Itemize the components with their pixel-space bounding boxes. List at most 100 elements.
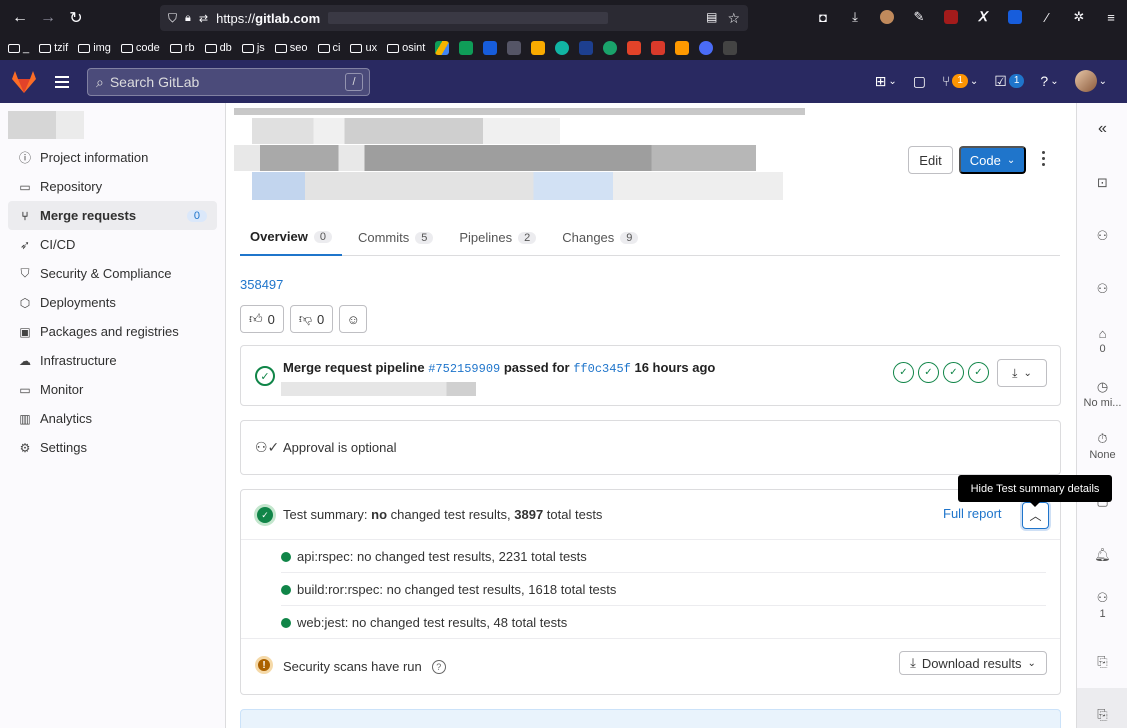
menu-icon[interactable]: ≡ — [1100, 6, 1122, 28]
mr-reference-link[interactable]: 358497 — [240, 277, 283, 292]
todo-add-icon[interactable]: ⊡ — [1077, 175, 1127, 191]
code-dropdown-button[interactable]: Code ⌄ — [959, 146, 1026, 174]
collapse-sidebar-icon[interactable]: « — [1077, 120, 1127, 137]
time-tracking-icon[interactable]: ⏱︎ None — [1077, 431, 1127, 461]
gitlab-bm-icon[interactable] — [627, 41, 642, 55]
pocket-icon[interactable]: ◘ — [812, 6, 834, 28]
commit-sha-link[interactable]: ff0c345f — [573, 362, 631, 376]
sidebar-item-deployments[interactable]: ⬡ Deployments — [0, 288, 225, 317]
z-icon[interactable] — [651, 41, 666, 55]
assignee-icon[interactable]: ⚇ — [1077, 228, 1127, 244]
notifications-bell-icon[interactable]: 🔔︎ — [1077, 547, 1127, 563]
stage-passed-icon[interactable]: ✓ — [918, 362, 939, 383]
stage-passed-icon[interactable]: ✓ — [943, 362, 964, 383]
forward-icon[interactable]: → — [34, 4, 62, 32]
bookmark-folder[interactable]: osint — [387, 42, 425, 54]
thumbs-down-button[interactable]: 👎︎ 0 — [289, 305, 334, 333]
edit-button[interactable]: Edit — [908, 146, 953, 174]
sidebar-item-repository[interactable]: ▭ Repository — [0, 172, 225, 201]
help-icon[interactable]: ? — [431, 659, 446, 674]
full-report-link[interactable]: Full report — [943, 506, 1002, 521]
bookmark-folder[interactable]: seo — [274, 42, 308, 54]
artifacts-download-button[interactable]: ⤓ ⌄ — [997, 359, 1047, 387]
download-icon[interactable]: ⤓ — [844, 6, 866, 28]
bookmark-folder[interactable]: ux — [350, 42, 377, 54]
car-icon[interactable] — [507, 41, 522, 55]
tab-commits[interactable]: Commits 5 — [348, 219, 443, 256]
monitor-icon: ▭ — [19, 382, 31, 397]
reviewer-icon[interactable]: ⚇ — [1077, 281, 1127, 297]
pen-ext-icon[interactable]: ⁄ — [1036, 6, 1058, 28]
copy-reference-icon[interactable]: ⎘ — [1077, 654, 1127, 670]
merge-requests-nav-icon[interactable]: ⑂ 1 ⌄ — [942, 73, 978, 89]
sidebar-item-packages[interactable]: ▣ Packages and registries — [0, 317, 225, 346]
create-new-icon[interactable]: ⊞ ⌄ — [875, 73, 897, 90]
stage-passed-icon[interactable]: ✓ — [893, 362, 914, 383]
search-input[interactable]: ⌕ Search GitLab / — [87, 68, 370, 96]
reload-icon[interactable]: ↻ — [62, 4, 90, 32]
add-reaction-button[interactable]: ☺ — [339, 305, 368, 333]
tab-changes[interactable]: Changes 9 — [552, 219, 648, 256]
amazon-icon[interactable] — [675, 41, 690, 55]
gitlab-navbar: ⌕ Search GitLab / ⊞ ⌄ ▢ ⑂ 1 ⌄ ☑ 1 ? ⌄ ⌄ — [0, 60, 1127, 103]
bookmark-folder[interactable]: img — [78, 42, 111, 54]
bookmark-folder[interactable]: _ — [8, 42, 29, 54]
sidebar-item-merge-requests[interactable]: ⑂ Merge requests 0 — [8, 201, 217, 230]
user-menu[interactable]: ⌄ — [1074, 70, 1107, 92]
ublock-icon[interactable] — [940, 6, 962, 28]
deploy-icon: ⬡ — [19, 295, 31, 310]
sidebar-item-security-compliance[interactable]: ⛉ Security & Compliance — [0, 259, 225, 288]
bookmark-folder[interactable]: db — [204, 42, 232, 54]
todos-icon[interactable]: ☑ 1 — [994, 73, 1025, 90]
bookmark-folder[interactable]: rb — [169, 42, 195, 54]
stage-passed-icon[interactable]: ✓ — [968, 362, 989, 383]
bookmark-folder[interactable]: code — [120, 42, 160, 54]
issues-icon[interactable]: ▢ — [913, 73, 926, 90]
tab-overview[interactable]: Overview 0 — [240, 219, 342, 256]
back-icon[interactable]: ← — [6, 4, 34, 32]
reader-icon[interactable]: ▤ — [706, 10, 717, 27]
analytics-bm-icon[interactable] — [531, 41, 546, 55]
sidebar-item-cicd[interactable]: ➶ CI/CD — [0, 230, 225, 259]
bitwarden-icon[interactable] — [1004, 6, 1026, 28]
copy-email-icon[interactable]: ⎘ — [1077, 707, 1127, 723]
avatar-ext-icon[interactable] — [876, 6, 898, 28]
pipeline-passed-icon[interactable]: ✓ — [255, 366, 275, 386]
bookmark-folder[interactable]: js — [241, 42, 265, 54]
participants-icon[interactable]: ⚇ 1 — [1077, 590, 1127, 620]
labels-icon[interactable]: ⌂ 0 — [1077, 325, 1127, 356]
main-menu-icon[interactable] — [48, 75, 76, 88]
address-bar[interactable]: ⛉ 🔒︎ ⇄ https://gitlab.com ▤ ☆ — [160, 5, 748, 31]
w-icon[interactable] — [579, 41, 594, 55]
tab-pipelines[interactable]: Pipelines 2 — [449, 219, 546, 256]
test-suite-row: api:rspec: no changed test results, 2231… — [281, 549, 587, 564]
swirl-icon[interactable] — [603, 41, 618, 55]
sidebar-item-infrastructure[interactable]: ☁ Infrastructure — [0, 346, 225, 375]
gitlab-logo-icon[interactable] — [0, 60, 48, 103]
bookmark-star-icon[interactable]: ☆ — [727, 10, 740, 27]
download-results-button[interactable]: ⤓ Download results ⌄ — [899, 651, 1047, 675]
help-icon[interactable]: ? ⌄ — [1040, 73, 1058, 89]
milestone-icon[interactable]: ◷ No mi... — [1077, 379, 1127, 409]
download-icon: ⤓ — [910, 655, 916, 670]
drive-icon[interactable] — [435, 41, 450, 55]
hat-icon[interactable] — [723, 41, 738, 55]
ok-icon[interactable] — [555, 41, 570, 55]
sheets-icon[interactable] — [459, 41, 474, 55]
project-header[interactable] — [0, 103, 225, 143]
x-ext-icon[interactable]: 𝑋 — [972, 6, 994, 28]
pipeline-id-link[interactable]: #752159909 — [428, 362, 500, 376]
sidebar-item-project-information[interactable]: ⓘ Project information — [0, 143, 225, 172]
sidebar-item-analytics[interactable]: ▥ Analytics — [0, 404, 225, 433]
sidebar-item-monitor[interactable]: ▭ Monitor — [0, 375, 225, 404]
puzzle-icon[interactable]: ✲ — [1068, 6, 1090, 28]
edit-ext-icon[interactable]: ✎ — [908, 6, 930, 28]
bitwarden-bm-icon[interactable] — [483, 41, 498, 55]
sidebar-item-settings[interactable]: ⚙ Settings — [0, 433, 225, 462]
q-icon[interactable] — [699, 41, 714, 55]
title-line2-redacted — [234, 145, 756, 171]
bookmark-folder[interactable]: tzif — [39, 42, 68, 54]
thumbs-up-button[interactable]: 👍︎ 0 — [240, 305, 284, 333]
bookmark-folder[interactable]: ci — [317, 42, 340, 54]
more-actions-icon[interactable] — [1042, 151, 1045, 166]
